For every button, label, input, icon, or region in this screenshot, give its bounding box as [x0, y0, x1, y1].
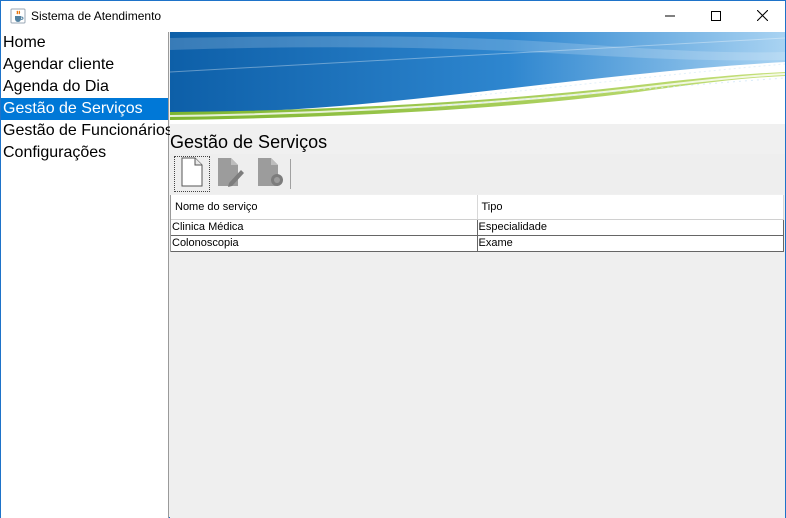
sidebar-nav: Home Agendar cliente Agenda do Dia Gestã…: [1, 32, 173, 518]
column-header-nome-servico[interactable]: Nome do serviço: [171, 195, 478, 219]
close-button[interactable]: [739, 1, 785, 32]
java-cup-icon: [10, 8, 26, 24]
table-cell-nome[interactable]: Clinica Médica: [171, 220, 478, 235]
minimize-icon: [665, 8, 675, 26]
delete-document-icon: [255, 157, 285, 192]
close-icon: [756, 8, 768, 26]
column-header-tipo[interactable]: Tipo: [478, 195, 784, 219]
edit-document-icon: [215, 157, 245, 192]
edit-service-button[interactable]: [212, 156, 248, 192]
table-header: Nome do serviço Tipo: [171, 195, 784, 220]
toolbar-separator: [290, 159, 291, 189]
title-bar[interactable]: Sistema de Atendimento: [1, 1, 785, 32]
page-title: Gestão de Serviços: [170, 132, 328, 152]
new-document-icon: [180, 157, 204, 192]
services-table-area: Nome do serviço Tipo Clinica Médica Espe…: [170, 195, 785, 518]
sidebar-item-configuracoes[interactable]: Configurações: [1, 142, 168, 164]
maximize-button[interactable]: [693, 1, 739, 32]
maximize-icon: [711, 8, 721, 26]
table-cell-nome[interactable]: Colonoscopia: [171, 236, 478, 251]
new-service-button[interactable]: [174, 156, 210, 192]
window-title: Sistema de Atendimento: [31, 9, 162, 23]
services-table: Nome do serviço Tipo Clinica Médica Espe…: [170, 195, 784, 252]
header-banner: [170, 32, 785, 124]
table-cell-tipo[interactable]: Especialidade: [478, 220, 784, 235]
minimize-button[interactable]: [647, 1, 693, 32]
toolbar: [170, 154, 785, 194]
sidebar-item-agendar-cliente[interactable]: Agendar cliente: [1, 54, 168, 76]
table-row[interactable]: Clinica Médica Especialidade: [171, 220, 784, 236]
main-panel: Gestão de Serviços Nome do serviço Tipo …: [170, 32, 785, 518]
app-window: Sistema de Atendimento Home Agendar clie…: [0, 0, 786, 518]
delete-service-button[interactable]: [252, 156, 288, 192]
sidebar-item-gestao-de-funcionarios[interactable]: Gestão de Funcionários: [1, 120, 173, 142]
table-row[interactable]: Colonoscopia Exame: [171, 236, 784, 252]
sidebar-item-home[interactable]: Home: [1, 32, 168, 54]
table-cell-tipo[interactable]: Exame: [478, 236, 784, 251]
sidebar-item-agenda-do-dia[interactable]: Agenda do Dia: [1, 76, 168, 98]
sidebar-item-gestao-de-servicos[interactable]: Gestão de Serviços: [1, 98, 168, 120]
